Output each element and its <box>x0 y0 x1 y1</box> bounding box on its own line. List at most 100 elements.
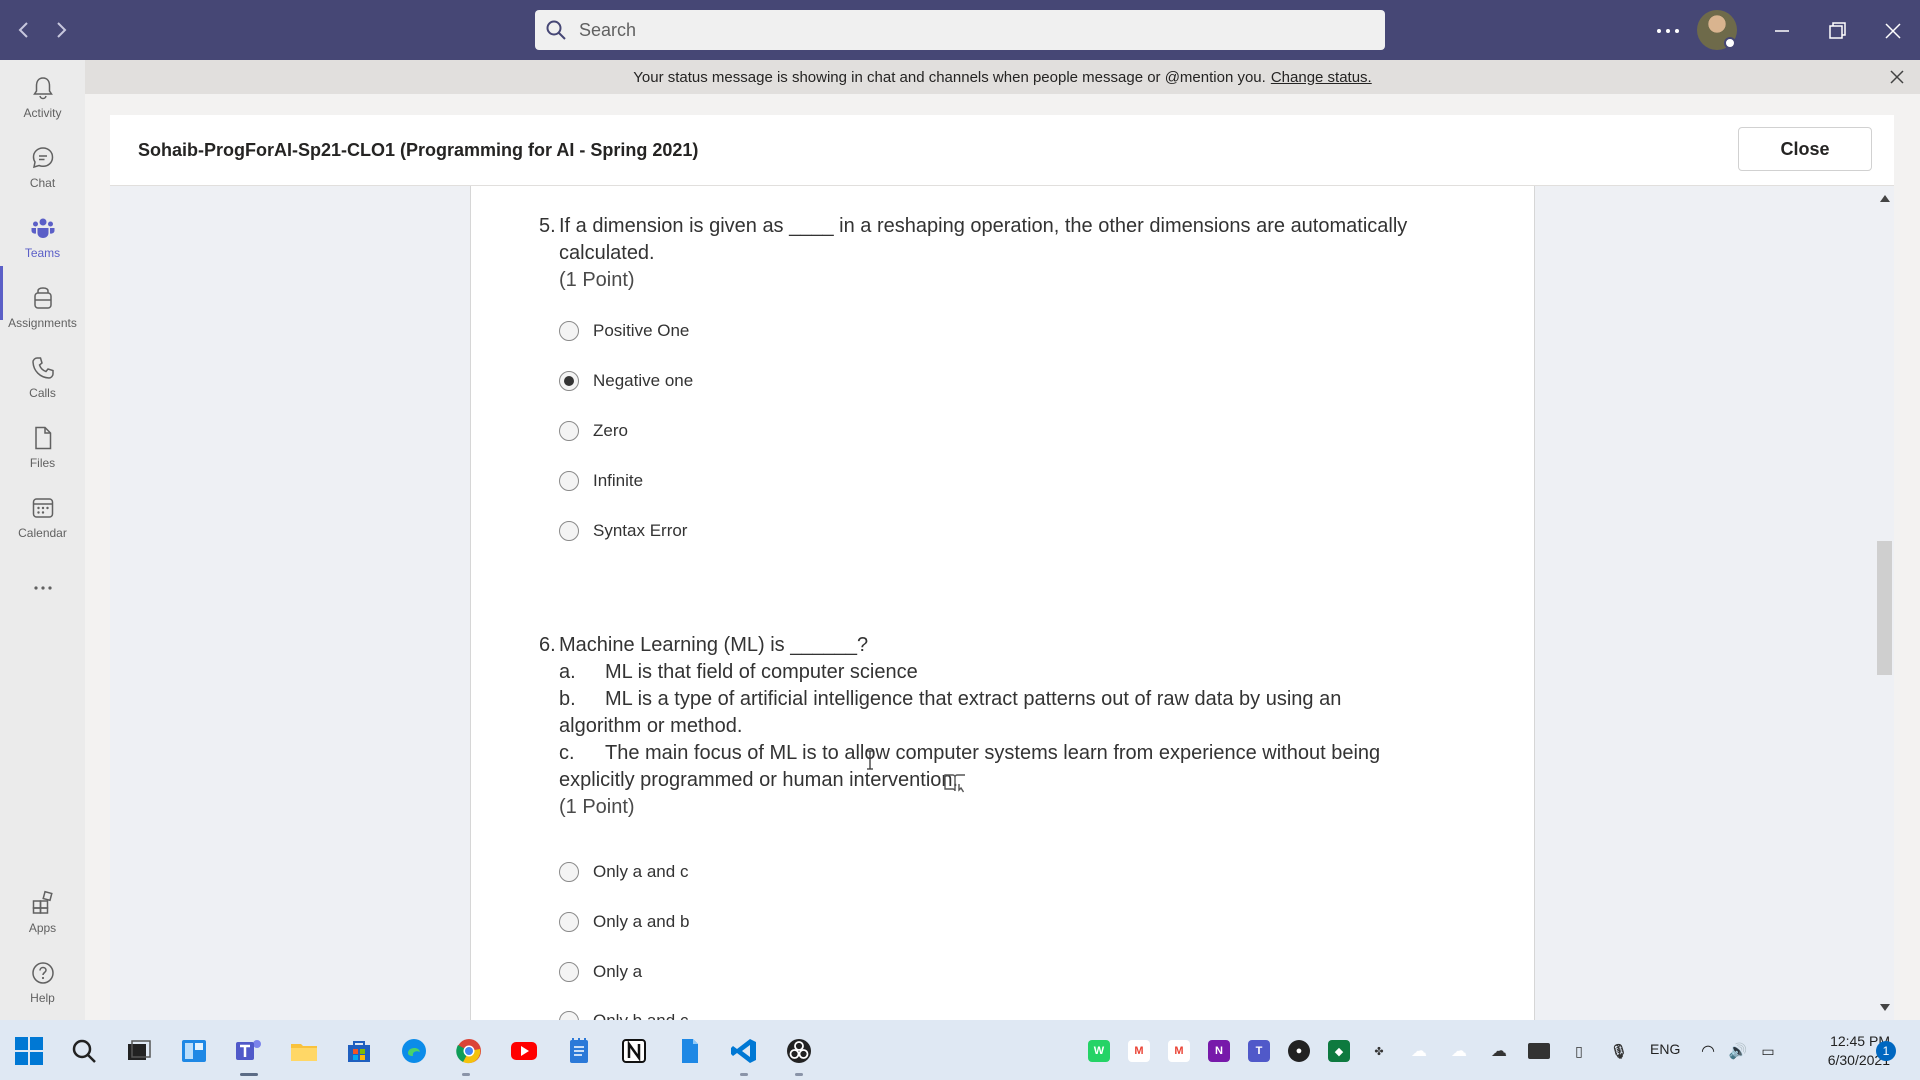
microsoft-teams-taskbar-icon[interactable] <box>232 1034 266 1068</box>
radio-button[interactable] <box>559 321 579 341</box>
scroll-up-arrow-icon[interactable] <box>1880 194 1890 202</box>
modal-header: Sohaib-ProgForAI-Sp21-CLO1 (Programming … <box>110 115 1894 186</box>
search-icon <box>545 19 567 41</box>
wifi-icon[interactable]: ◠ <box>1697 1040 1719 1062</box>
display-icon[interactable] <box>1528 1043 1550 1059</box>
search-input[interactable] <box>535 10 1385 50</box>
radio-button[interactable] <box>559 862 579 882</box>
teams-tray-icon[interactable]: T <box>1248 1040 1270 1062</box>
minimize-icon[interactable] <box>1765 14 1799 48</box>
option-only-a[interactable]: Only a <box>559 957 642 987</box>
rail-item-help[interactable]: Help <box>0 955 85 1019</box>
youtube-icon[interactable] <box>507 1034 541 1068</box>
option-only-a-and-c[interactable]: Only a and c <box>559 857 688 887</box>
microsoft-store-icon[interactable] <box>342 1034 376 1068</box>
close-icon[interactable] <box>1886 66 1908 88</box>
rail-item-activity[interactable]: Activity <box>0 70 85 134</box>
clock[interactable]: 12:45 PM 6/30/2021 <box>1790 1032 1890 1070</box>
radio-button[interactable] <box>559 912 579 932</box>
rail-item-calendar[interactable]: Calendar <box>0 490 85 554</box>
rail-label-activity: Activity <box>23 106 62 120</box>
question-number: 6. <box>539 634 556 656</box>
scroll-down-arrow-icon[interactable] <box>1880 1004 1890 1012</box>
widgets-icon[interactable] <box>177 1034 211 1068</box>
rail-item-teams[interactable]: Teams <box>0 210 85 274</box>
scrollbar-thumb[interactable] <box>1877 541 1892 675</box>
back-arrow-icon[interactable] <box>10 16 38 44</box>
change-status-link[interactable]: Change status. <box>1271 69 1372 86</box>
maximize-icon[interactable] <box>1820 14 1854 48</box>
option-zero[interactable]: Zero <box>559 416 628 446</box>
option-only-b-and-c[interactable]: Only b and c <box>559 1006 688 1020</box>
radio-button[interactable] <box>559 521 579 541</box>
option-syntax-error[interactable]: Syntax Error <box>559 516 687 546</box>
immersive-reader-icon[interactable] <box>943 772 967 794</box>
option-label: Negative one <box>593 371 694 390</box>
file-explorer-icon[interactable] <box>287 1034 321 1068</box>
cloud-icon[interactable]: ☁ <box>1408 1040 1430 1062</box>
notepad-icon[interactable] <box>562 1034 596 1068</box>
edge-browser-icon[interactable] <box>397 1034 431 1068</box>
obs-tray-icon[interactable]: ● <box>1288 1040 1310 1062</box>
microphone-icon[interactable]: 🎙 <box>1608 1040 1630 1062</box>
gmail-icon[interactable]: M <box>1128 1040 1150 1062</box>
chrome-browser-icon[interactable] <box>452 1034 486 1068</box>
rail-label-calendar: Calendar <box>18 526 67 540</box>
option-positive-one[interactable]: Positive One <box>559 316 689 346</box>
cloud-upload-icon[interactable]: ☁ <box>1448 1040 1470 1062</box>
rail-label-calls: Calls <box>29 386 56 400</box>
usb-drive-icon[interactable]: ▯ <box>1568 1040 1590 1062</box>
question-text: If a dimension is given as ____ in a res… <box>559 215 1408 237</box>
search-taskbar-icon[interactable] <box>67 1034 101 1068</box>
more-horizontal-icon <box>33 586 52 590</box>
notification-badge[interactable]: 1 <box>1876 1041 1896 1061</box>
radio-button[interactable] <box>559 471 579 491</box>
running-app-indicator <box>740 1073 748 1076</box>
rail-item-files[interactable]: Files <box>0 420 85 484</box>
rail-item-chat[interactable]: Chat <box>0 140 85 204</box>
question-6: 6. Machine Learning (ML) is ______? a. ML… <box>539 632 1459 821</box>
more-options-icon[interactable] <box>1651 14 1685 48</box>
nvidia-icon[interactable]: ✤ <box>1368 1040 1390 1062</box>
notion-icon[interactable] <box>617 1034 651 1068</box>
forward-arrow-icon[interactable] <box>47 16 75 44</box>
app-rail: Activity Chat Teams Assignments Calls Fi… <box>0 60 85 1020</box>
vertical-scrollbar[interactable] <box>1875 186 1894 1020</box>
radio-button-selected[interactable] <box>559 371 579 391</box>
obs-studio-icon[interactable] <box>782 1034 816 1068</box>
task-view-icon[interactable] <box>122 1034 156 1068</box>
apps-icon <box>32 890 53 914</box>
language-indicator[interactable]: ENG <box>1650 1041 1680 1057</box>
rail-more-apps[interactable] <box>0 570 85 634</box>
sub-statement-b-continued: algorithm or method. <box>559 715 743 737</box>
text-cursor-icon <box>863 749 877 771</box>
whatsapp-icon[interactable]: W <box>1088 1040 1110 1062</box>
close-button[interactable]: Close <box>1738 127 1872 171</box>
rail-item-assignments[interactable]: Assignments <box>0 280 85 344</box>
vscode-icon[interactable] <box>727 1034 761 1068</box>
option-only-a-and-b[interactable]: Only a and b <box>559 907 689 937</box>
close-window-icon[interactable] <box>1876 14 1910 48</box>
radio-button[interactable] <box>559 962 579 982</box>
onedrive-icon[interactable]: ☁ <box>1488 1040 1510 1062</box>
option-negative-one[interactable]: Negative one <box>559 366 693 396</box>
sub-statement-b: b. ML is a type of artificial intelligenc… <box>559 688 1342 710</box>
title-bar <box>0 0 1920 60</box>
radio-button[interactable] <box>559 421 579 441</box>
rail-item-calls[interactable]: Calls <box>0 350 85 414</box>
gmail-icon-2[interactable]: M <box>1168 1040 1190 1062</box>
banner-text: Your status message is showing in chat a… <box>633 68 1266 86</box>
security-shield-icon[interactable]: ◆ <box>1328 1040 1350 1062</box>
active-app-indicator <box>240 1073 258 1076</box>
volume-icon[interactable]: 🔊 <box>1727 1040 1749 1062</box>
file-app-icon[interactable] <box>672 1034 706 1068</box>
option-infinite[interactable]: Infinite <box>559 466 643 496</box>
radio-button[interactable] <box>559 1011 579 1020</box>
question-points: (1 Point) <box>559 796 635 818</box>
question-text: Machine Learning (ML) is ______? <box>559 634 869 656</box>
windows-start-icon[interactable] <box>12 1034 46 1068</box>
rail-label-chat: Chat <box>29 176 56 190</box>
battery-icon[interactable]: ▭ <box>1757 1040 1779 1062</box>
rail-item-apps[interactable]: Apps <box>0 885 85 949</box>
onenote-icon[interactable]: N <box>1208 1040 1230 1062</box>
